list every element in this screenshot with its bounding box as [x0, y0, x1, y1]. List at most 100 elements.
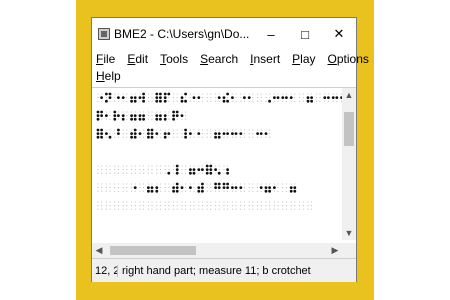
braille-dot-empty — [122, 133, 124, 135]
braille-dot-raised — [239, 186, 243, 189]
menu-item-edit[interactable]: Edit — [127, 52, 148, 66]
braille-dot-empty — [143, 183, 145, 185]
braille-dot-raised — [327, 96, 330, 99]
braille-dot-raised — [281, 96, 285, 99]
braille-dot-empty — [235, 205, 237, 207]
scroll-right-icon[interactable]: ▶ — [328, 243, 342, 257]
braille-dot-empty — [302, 201, 304, 203]
app-icon[interactable] — [98, 28, 110, 40]
braille-dot-empty — [269, 183, 271, 185]
braille-dot-raised — [289, 186, 293, 189]
title-bar[interactable]: BME2 - C:\Users\gn\Do... – □ ✕ — [92, 18, 356, 50]
menu-item-search[interactable]: Search — [200, 52, 238, 66]
menu-item-options[interactable]: Options — [328, 52, 369, 66]
braille-dot-raised — [264, 132, 268, 135]
braille-dot-empty — [173, 208, 175, 210]
braille-dot-empty — [240, 100, 242, 102]
braille-dot-empty — [164, 129, 166, 131]
braille-dot-raised — [264, 189, 268, 193]
braille-dot-empty — [290, 183, 292, 185]
braille-dot-empty — [294, 97, 296, 99]
braille-dot-empty — [176, 133, 178, 135]
braille-dot-empty — [269, 93, 271, 95]
braille-dot-empty — [134, 165, 136, 167]
braille-dot-empty — [117, 187, 119, 189]
braille-dot-raised — [133, 186, 137, 189]
menu-item-tools[interactable]: Tools — [160, 52, 188, 66]
braille-dot-empty — [105, 111, 107, 113]
menu-item-file[interactable]: File — [96, 52, 115, 66]
braille-dot-empty — [315, 100, 317, 102]
horizontal-scrollbar[interactable]: ◀ ▶ — [92, 243, 342, 258]
braille-dot-empty — [231, 93, 233, 95]
scroll-left-icon[interactable]: ◀ — [92, 243, 106, 257]
braille-dot-empty — [147, 205, 149, 207]
braille-dot-empty — [97, 100, 99, 102]
braille-dot-raised — [96, 135, 100, 139]
braille-dot-empty — [126, 136, 128, 138]
braille-dot-raised — [100, 132, 103, 135]
braille-dot-raised — [201, 182, 204, 186]
vertical-scrollbar[interactable]: ▲ ▼ — [342, 88, 356, 240]
braille-dot-empty — [265, 97, 267, 99]
minimize-button[interactable]: – — [254, 18, 288, 50]
braille-dot-empty — [294, 183, 296, 185]
close-button[interactable]: ✕ — [322, 18, 356, 50]
braille-dot-raised — [175, 171, 179, 175]
braille-dot-empty — [126, 169, 128, 171]
braille-dot-empty — [311, 205, 313, 207]
braille-dot-empty — [181, 93, 183, 95]
braille-dot-empty — [235, 183, 237, 185]
braille-dot-empty — [117, 111, 119, 113]
braille-dot-empty — [105, 136, 107, 138]
braille-dot-empty — [117, 93, 119, 95]
scroll-up-icon[interactable]: ▲ — [342, 88, 356, 102]
braille-dot-empty — [332, 93, 334, 95]
braille-dot-empty — [101, 205, 103, 207]
braille-dot-empty — [257, 129, 259, 131]
braille-dot-empty — [227, 190, 229, 192]
braille-dot-empty — [181, 183, 183, 185]
menu-item-insert[interactable]: Insert — [250, 52, 280, 66]
menu-item-help[interactable]: Help — [96, 69, 121, 83]
braille-dot-raised — [100, 110, 103, 114]
braille-dot-empty — [109, 190, 111, 192]
braille-dot-empty — [294, 100, 296, 102]
braille-dot-empty — [257, 208, 259, 210]
braille-dot-empty — [109, 115, 111, 117]
braille-dot-empty — [164, 111, 166, 113]
braille-dot-raised — [310, 99, 313, 103]
braille-dot-empty — [181, 165, 183, 167]
braille-dot-empty — [147, 97, 149, 99]
menu-bar: File Edit Tools Search Insert Play Options Hel… — [92, 50, 369, 86]
braille-dot-empty — [117, 165, 119, 167]
braille-dot-empty — [105, 187, 107, 189]
braille-dot-empty — [114, 169, 116, 171]
braille-dot-empty — [299, 205, 301, 207]
maximize-button[interactable]: □ — [288, 18, 322, 50]
braille-dot-raised — [96, 110, 100, 114]
braille-dot-empty — [189, 208, 191, 210]
braille-dot-empty — [134, 205, 136, 207]
braille-dot-empty — [176, 118, 178, 120]
braille-dot-empty — [117, 118, 119, 120]
braille-dot-empty — [240, 136, 242, 138]
braille-dot-raised — [172, 117, 175, 121]
braille-dot-raised — [105, 92, 108, 96]
braille-text-area[interactable] — [92, 88, 342, 240]
scroll-down-icon[interactable]: ▼ — [342, 226, 356, 240]
braille-dot-raised — [268, 186, 271, 189]
braille-dot-empty — [139, 172, 141, 174]
braille-dot-empty — [97, 97, 99, 99]
braille-dot-empty — [131, 183, 133, 185]
braille-dot-empty — [307, 205, 309, 207]
horizontal-scroll-thumb[interactable] — [110, 246, 196, 255]
braille-dot-empty — [269, 129, 271, 131]
vertical-scroll-thumb[interactable] — [344, 112, 354, 146]
braille-dot-empty — [257, 136, 259, 138]
menu-item-play[interactable]: Play — [292, 52, 315, 66]
braille-editor[interactable]: ▲ ▼ ◀ ▶ — [92, 87, 356, 258]
braille-dot-raised — [130, 114, 133, 117]
braille-dot-empty — [231, 201, 233, 203]
braille-dot-empty — [189, 183, 191, 185]
